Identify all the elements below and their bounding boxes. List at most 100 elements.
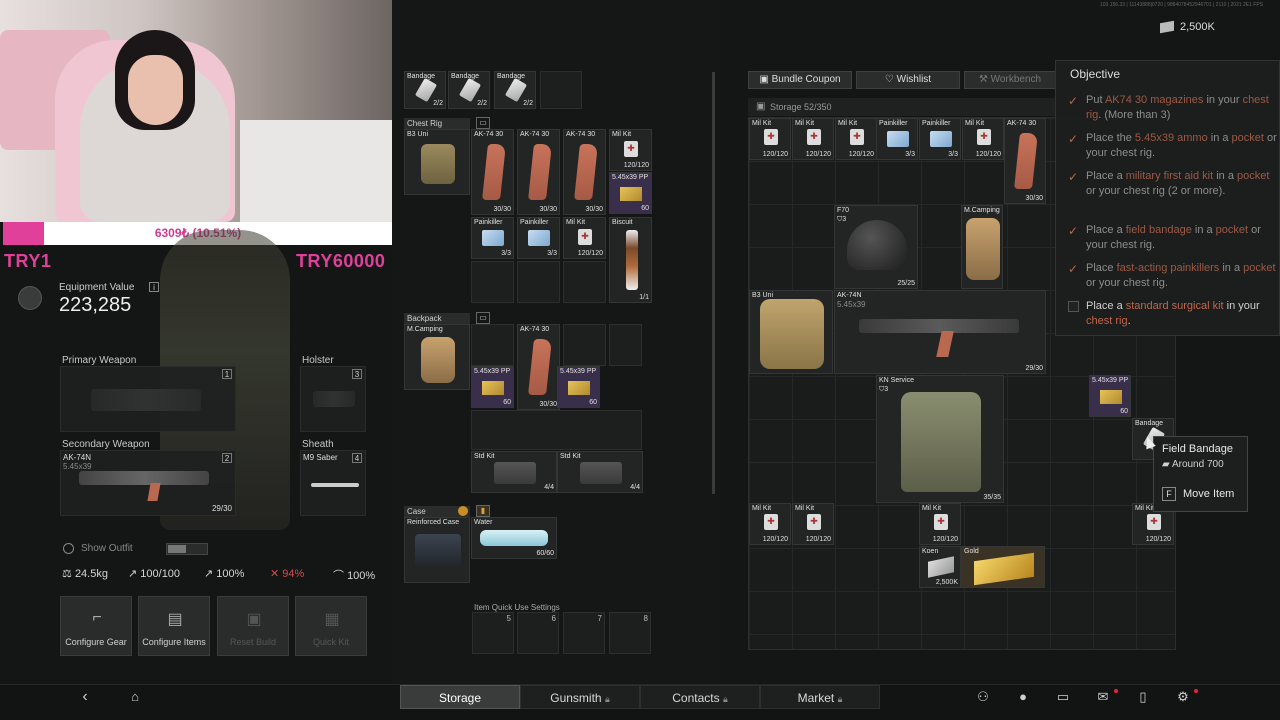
mil-kit-item[interactable]: Mil Kit 120/120 (749, 503, 791, 545)
ak-mag-item[interactable]: AK-74 30 30/30 (471, 129, 514, 215)
backpack-item[interactable]: M.Camping (961, 205, 1003, 289)
magazine-icon (482, 144, 506, 200)
std-kit-item[interactable]: Std Kit 4/4 (471, 451, 557, 493)
ammo-item[interactable]: 5.45x39 PP 60 (609, 172, 652, 214)
configure-gear-button[interactable]: ⌐ Configure Gear (60, 596, 132, 656)
tab-contacts[interactable]: Contacts 🔒︎ (640, 685, 760, 709)
ak-mag-item[interactable]: AK-74 30 30/30 (517, 129, 560, 215)
case-container[interactable]: Reinforced Case (404, 517, 470, 583)
avatar (18, 286, 42, 310)
bandage-item[interactable]: Bandage 2/2 (448, 71, 490, 109)
body-armor-item[interactable]: KN Service ⛉3 35/35 (876, 375, 1004, 503)
primary-weapon-label: Primary Weapon (62, 355, 137, 366)
helmet-item[interactable]: F70 ⛉3 25/25 (834, 205, 918, 289)
empty-rig-slot[interactable] (517, 261, 560, 303)
koen-money-item[interactable]: Koen 2,500K (919, 546, 961, 588)
mil-kit-item[interactable]: Mil Kit 120/120 (919, 503, 961, 545)
ammo-item[interactable]: 5.45x39 PP 60 (471, 366, 514, 408)
mil-kit-item[interactable]: Mil Kit 120/120 (749, 118, 791, 160)
quick-use-slot[interactable]: 8 (609, 612, 651, 654)
item-qty: 60 (641, 205, 649, 212)
item-qty: 2/2 (523, 100, 533, 107)
sheath-slot[interactable]: 4 M9 Saber (300, 450, 366, 516)
show-outfit-toggle[interactable] (166, 543, 208, 555)
tab-contacts-label: Contacts (672, 691, 720, 705)
ak-mag-item[interactable]: AK-74 30 30/30 (563, 129, 606, 215)
item-qty: 120/120 (1145, 536, 1171, 543)
primary-weapon-slot[interactable]: 1 (60, 366, 236, 432)
tab-gunsmith[interactable]: Gunsmith 🔒︎ (520, 685, 640, 709)
medkit-icon (764, 514, 778, 530)
empty-pocket-slot[interactable] (540, 71, 582, 109)
objective-item: Place a standard surgical kit in your ch… (1066, 299, 1276, 333)
case-lock-icon[interactable]: ▮ (476, 505, 490, 517)
move-item-action[interactable]: Move Item (1183, 488, 1234, 500)
bandage-item[interactable]: Bandage 2/2 (404, 71, 446, 109)
mil-kit-item[interactable]: Mil Kit 120/120 (609, 129, 652, 171)
empty-backpack-slot[interactable] (471, 324, 514, 366)
empty-backpack-slot[interactable] (563, 324, 606, 366)
gold-item[interactable]: Gold (961, 546, 1045, 588)
home-icon[interactable]: ⌂ (126, 689, 144, 705)
container-menu-icon[interactable]: ▭ (476, 312, 490, 324)
backpack-container[interactable]: M.Camping (404, 324, 470, 390)
mail-icon[interactable]: ✉ (1094, 689, 1118, 705)
stat-two: ↗ 100% (204, 567, 244, 580)
mil-kit-item[interactable]: Mil Kit 120/120 (792, 118, 834, 160)
tab-market-label: Market (797, 691, 835, 705)
quick-kit-button[interactable]: ▦ Quick Kit (295, 596, 367, 656)
settings-gear-icon[interactable]: ⚙ (1174, 689, 1198, 705)
item-name: Mil Kit (795, 505, 815, 512)
biscuit-item[interactable]: Biscuit 1/1 (609, 217, 652, 303)
reset-build-button[interactable]: ▣ Reset Build (217, 596, 289, 656)
painkiller-item[interactable]: Painkiller 3/3 (471, 217, 514, 259)
empty-backpack-row[interactable] (471, 410, 642, 450)
back-icon[interactable]: ‹ (76, 689, 94, 705)
objective-title: Objective (1070, 67, 1121, 81)
item-name: M.Camping (407, 326, 443, 333)
quick-use-slot[interactable]: 7 (563, 612, 605, 654)
currency-amount: 2,500K (1180, 21, 1215, 33)
ak-mag-item[interactable]: AK-74 30 30/30 (1004, 118, 1046, 204)
chat-icon[interactable]: ▭ (1054, 689, 1072, 705)
rifle-item[interactable]: AK-74N 5.45x39 29/30 (834, 290, 1046, 374)
painkiller-item[interactable]: Painkiller 3/3 (876, 118, 918, 160)
std-kit-item[interactable]: Std Kit 4/4 (557, 451, 643, 493)
quick-use-slot[interactable]: 5 (472, 612, 514, 654)
wishlist-button[interactable]: ♡ Wishlist (856, 71, 960, 89)
container-menu-icon[interactable]: ▭ (476, 117, 490, 129)
ammo-item[interactable]: 5.45x39 PP 60 (1089, 375, 1131, 417)
ammo-item[interactable]: 5.45x39 PP 60 (557, 366, 600, 408)
profile-icon[interactable]: ● (1014, 689, 1032, 705)
bandage-item[interactable]: Bandage 2/2 (494, 71, 536, 109)
chest-rig-item[interactable]: B3 Uni (749, 290, 833, 374)
mil-kit-item[interactable]: Mil Kit 120/120 (792, 503, 834, 545)
workbench-button[interactable]: ⚒ Workbench (964, 71, 1056, 89)
mil-kit-item[interactable]: Mil Kit 120/120 (962, 118, 1004, 160)
painkiller-item[interactable]: Painkiller 3/3 (919, 118, 961, 160)
empty-rig-slot[interactable] (563, 261, 606, 303)
holster-slot[interactable]: 3 (300, 366, 366, 432)
document-icon[interactable]: ▯ (1134, 689, 1152, 705)
mil-kit-item[interactable]: Mil Kit 120/120 (835, 118, 877, 160)
tab-storage[interactable]: Storage (400, 685, 520, 709)
slot-number: 4 (352, 453, 362, 463)
armor-level-icon: ⛉3 (837, 216, 847, 223)
loadout-scrollbar[interactable] (712, 72, 715, 494)
chest-rig-container[interactable]: B3 Uni (404, 129, 470, 195)
tab-market[interactable]: Market 🔒︎ (760, 685, 880, 709)
info-icon[interactable]: i (149, 282, 159, 292)
configure-items-button[interactable]: ▤ Configure Items (138, 596, 210, 656)
water-item[interactable]: Water 60/60 (471, 517, 557, 559)
checkbox-empty-icon (1068, 301, 1079, 312)
ak-mag-item[interactable]: AK-74 30 30/30 (517, 324, 560, 410)
bundle-coupon-button[interactable]: ▣ Bundle Coupon (748, 71, 852, 89)
item-qty: 60/60 (536, 550, 554, 557)
mil-kit-item[interactable]: Mil Kit 120/120 (563, 217, 606, 259)
empty-backpack-slot[interactable] (609, 324, 642, 366)
quick-use-slot[interactable]: 6 (517, 612, 559, 654)
empty-rig-slot[interactable] (471, 261, 514, 303)
squad-icon[interactable]: ⚇ (974, 689, 992, 705)
painkiller-item[interactable]: Painkiller 3/3 (517, 217, 560, 259)
secondary-weapon-slot[interactable]: 2 AK-74N 5.45x39 29/30 (60, 450, 236, 516)
